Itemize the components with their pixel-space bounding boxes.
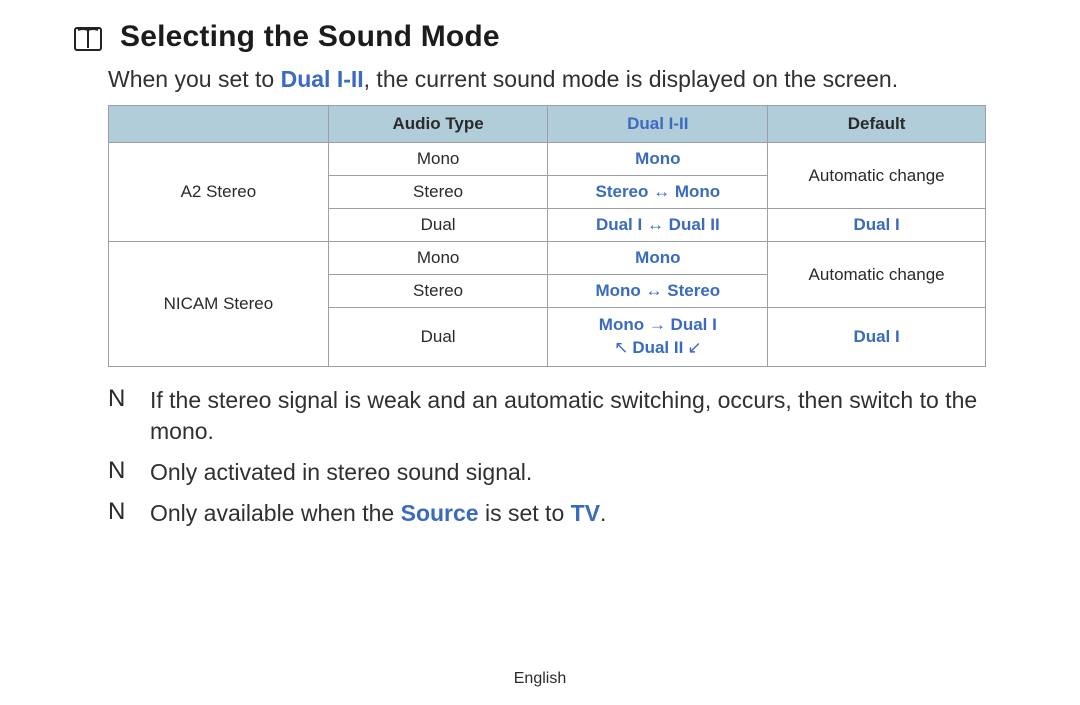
th-audio-type: Audio Type [328, 106, 548, 143]
th-default: Default [768, 106, 986, 143]
note-item: N Only available when the Source is set … [108, 498, 1032, 529]
sound-mode-table: Audio Type Dual I-II Default A2 Stereo M… [108, 105, 986, 367]
note-marker-icon: N [108, 385, 128, 447]
cell-default: Automatic change [768, 143, 986, 209]
note-text: Only available when the Source is set to… [150, 498, 606, 529]
cell-default: Dual I [768, 308, 986, 367]
book-icon [74, 27, 102, 51]
note-marker-icon: N [108, 498, 128, 529]
table-header-row: Audio Type Dual I-II Default [109, 106, 986, 143]
note-item: N If the stereo signal is weak and an au… [108, 385, 1032, 447]
note-marker-icon: N [108, 457, 128, 488]
cell-default: Dual I [768, 209, 986, 242]
arrow-down-right-icon: ↙ [683, 338, 705, 357]
intro-dual-keyword: Dual I-II [281, 66, 364, 92]
note-item: N Only activated in stereo sound signal. [108, 457, 1032, 488]
th-blank [109, 106, 329, 143]
note-text: If the stereo signal is weak and an auto… [150, 385, 1032, 447]
page-title: Selecting the Sound Mode [120, 20, 500, 54]
cell-dual: Stereo ↔ Mono [548, 176, 768, 209]
cell-audio: Stereo [328, 275, 548, 308]
cell-audio: Mono [328, 242, 548, 275]
table-row: A2 Stereo Mono Mono Automatic change [109, 143, 986, 176]
cell-dual: Mono [548, 143, 768, 176]
cell-audio: Stereo [328, 176, 548, 209]
arrow-up-left-icon: ↖ [610, 338, 632, 357]
cycle-line2: ↖Dual II↙ [556, 337, 759, 360]
cell-dual: Mono ↔ Stereo [548, 275, 768, 308]
cell-dual: Mono [548, 242, 768, 275]
th-dual: Dual I-II [548, 106, 768, 143]
cell-audio: Dual [328, 209, 548, 242]
group-nicam-stereo: NICAM Stereo [109, 242, 329, 367]
note3-prefix: Only available when the [150, 500, 401, 526]
page-content: Selecting the Sound Mode When you set to… [0, 0, 1080, 529]
cycle-line1: Mono → Dual I [599, 315, 717, 334]
cycle-mid: Dual II [632, 338, 683, 357]
footer-language: English [0, 670, 1080, 688]
note3-source-keyword: Source [401, 500, 479, 526]
intro-suffix: , the current sound mode is displayed on… [364, 66, 898, 92]
intro-prefix: When you set to [108, 66, 281, 92]
cell-dual: Dual I ↔ Dual II [548, 209, 768, 242]
note3-suffix: . [600, 500, 606, 526]
group-a2-stereo: A2 Stereo [109, 143, 329, 242]
note-text: Only activated in stereo sound signal. [150, 457, 532, 488]
intro-paragraph: When you set to Dual I-II, the current s… [108, 64, 1032, 95]
cell-audio: Mono [328, 143, 548, 176]
cell-default: Automatic change [768, 242, 986, 308]
notes-list: N If the stereo signal is weak and an au… [108, 385, 1032, 529]
table-row: NICAM Stereo Mono Mono Automatic change [109, 242, 986, 275]
title-row: Selecting the Sound Mode [74, 20, 1032, 54]
note3-mid: is set to [479, 500, 571, 526]
cell-audio: Dual [328, 308, 548, 367]
note3-tv-keyword: TV [571, 500, 600, 526]
cell-dual-cycle: Mono → Dual I ↖Dual II↙ [548, 308, 768, 367]
